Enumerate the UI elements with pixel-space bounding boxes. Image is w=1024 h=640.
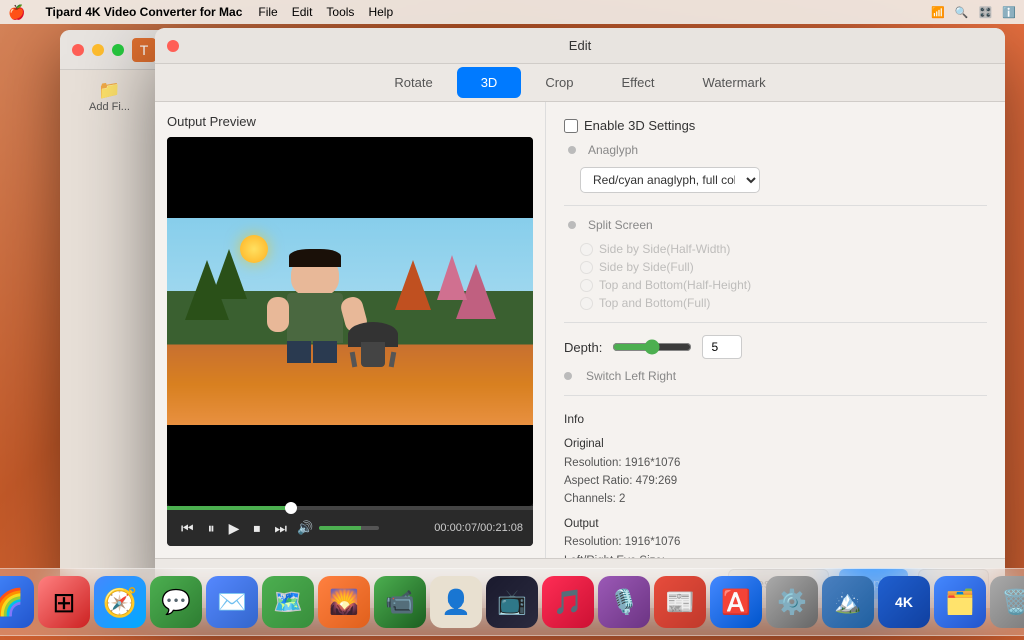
info-output-title: Output — [564, 515, 987, 533]
stop-btn[interactable]: ⏹ — [249, 518, 264, 539]
tab-bar: Rotate 3D Crop Effect Watermark — [155, 64, 1005, 102]
switch-lr-row: Switch Left Right — [564, 369, 987, 383]
add-files-btn[interactable]: 📁 Add Fi... — [60, 70, 159, 123]
info-title: Info — [564, 410, 987, 429]
menubar: 🍎 Tipard 4K Video Converter for Mac File… — [0, 0, 1024, 24]
anaglyph-row: Anaglyph — [568, 143, 987, 157]
skip-fwd-btn[interactable]: ⏭ — [270, 518, 291, 539]
anaglyph-label: Anaglyph — [588, 143, 638, 157]
volume-fill — [319, 526, 361, 530]
dialog-title: Edit — [569, 38, 591, 53]
black-bar-top — [167, 137, 533, 218]
settings-panel: Enable 3D Settings Anaglyph Red/cyan ana… — [545, 102, 1005, 558]
video-controls: ⏮ ⏸ ▶ ⏹ ⏭ 🔊 00:00:07/00:21:08 — [167, 510, 533, 546]
launchpad-icon[interactable]: ⊞ — [38, 576, 90, 628]
facetime-icon[interactable]: 📹 — [374, 576, 426, 628]
black-bar-bottom — [167, 425, 533, 506]
system-prefs-icon[interactable]: ⚙️ — [766, 576, 818, 628]
search-icon[interactable]: 🔍 — [955, 6, 969, 19]
info-original-title: Original — [564, 435, 987, 453]
menu-file[interactable]: File — [258, 5, 277, 19]
enable-3d-label[interactable]: Enable 3D Settings — [564, 118, 695, 133]
trash-icon[interactable]: 🗑️ — [990, 576, 1024, 628]
video-content — [167, 218, 533, 425]
video-progress-bar[interactable] — [167, 506, 533, 510]
menu-help[interactable]: Help — [368, 5, 393, 19]
video-progress-thumb[interactable] — [285, 502, 297, 514]
maximize-traffic-light[interactable] — [112, 44, 124, 56]
preview-label: Output Preview — [167, 114, 533, 129]
info-original-resolution: Resolution: 1916*1076 — [564, 454, 987, 472]
tab-3d[interactable]: 3D — [457, 67, 522, 98]
4k-converter-icon[interactable]: 4K — [878, 576, 930, 628]
messages-icon[interactable]: 💬 — [150, 576, 202, 628]
news-icon[interactable]: 📰 — [654, 576, 706, 628]
appstore-icon[interactable]: 🅰️ — [710, 576, 762, 628]
apple-menu-icon[interactable]: 🍎 — [8, 4, 25, 21]
contacts-icon[interactable]: 👤 — [430, 576, 482, 628]
menu-items: File Edit Tools Help — [258, 5, 393, 19]
info-output-resolution: Resolution: 1916*1076 — [564, 533, 987, 551]
wifi-icon: 📶 — [931, 6, 945, 19]
maps-icon[interactable]: 🗺️ — [262, 576, 314, 628]
split-screen-row: Split Screen — [568, 218, 987, 232]
dock: 🌈 ⊞ 🧭 💬 ✉️ 🗺️ 🌄 📹 👤 📺 🎵 🎙️ 📰 🅰️ ⚙️ 🏔️ 4K… — [0, 568, 1024, 636]
tv-icon[interactable]: 📺 — [486, 576, 538, 628]
dialog-close-dot[interactable] — [167, 40, 179, 52]
volume-icon: 🔊 — [297, 520, 313, 536]
finder2-icon[interactable]: 🗂️ — [934, 576, 986, 628]
info-section: Info Original Resolution: 1916*1076 Aspe… — [564, 410, 987, 558]
menu-tools[interactable]: Tools — [326, 5, 354, 19]
control-center-icon[interactable]: 🎛️ — [979, 6, 993, 19]
tab-rotate[interactable]: Rotate — [370, 67, 456, 98]
bg-sidebar: 📁 Add Fi... — [60, 70, 160, 600]
depth-label: Depth: — [564, 340, 602, 355]
mail-icon[interactable]: ✉️ — [206, 576, 258, 628]
minimize-traffic-light[interactable] — [92, 44, 104, 56]
divider-1 — [564, 205, 987, 206]
photos-icon[interactable]: 🌄 — [318, 576, 370, 628]
depth-slider[interactable] — [612, 339, 692, 355]
play-btn[interactable]: ▶ — [225, 518, 244, 539]
pause-btn[interactable]: ⏸ — [204, 518, 219, 539]
switch-lr-label: Switch Left Right — [586, 369, 676, 383]
menu-edit[interactable]: Edit — [292, 5, 313, 19]
app-name-menu[interactable]: Tipard 4K Video Converter for Mac — [45, 5, 242, 19]
info-original-aspect: Aspect Ratio: 479:269 — [564, 472, 987, 490]
skip-back-btn[interactable]: ⏮ — [177, 518, 198, 539]
anaglyph-select[interactable]: Red/cyan anaglyph, full colorRed/cyan an… — [580, 167, 760, 193]
tab-effect[interactable]: Effect — [598, 67, 679, 98]
volume-bar[interactable] — [319, 526, 379, 530]
split-option-4[interactable]: Top and Bottom(Full) — [580, 296, 987, 310]
time-display: 00:00:07/00:21:08 — [434, 522, 523, 534]
split-option-1[interactable]: Side by Side(Half-Width) — [580, 242, 987, 256]
finder-icon[interactable]: 🌈 — [0, 576, 34, 628]
video-progress-fill — [167, 506, 291, 510]
enable-3d-checkbox[interactable] — [564, 119, 578, 133]
depth-row: Depth: 5 — [564, 335, 987, 359]
split-screen-label: Split Screen — [588, 218, 653, 232]
dialog-titlebar: Edit — [155, 28, 1005, 64]
split-option-3[interactable]: Top and Bottom(Half-Height) — [580, 278, 987, 292]
tab-watermark[interactable]: Watermark — [679, 67, 790, 98]
enable-3d-row: Enable 3D Settings — [564, 118, 987, 133]
preview-area: Output Preview — [155, 102, 545, 558]
info-icon[interactable]: ℹ️ — [1002, 6, 1016, 19]
dialog-body: Output Preview — [155, 102, 1005, 558]
divider-3 — [564, 395, 987, 396]
menubar-right: 📶 🔍 🎛️ ℹ️ — [931, 6, 1016, 19]
podcasts-icon[interactable]: 🎙️ — [598, 576, 650, 628]
info-original-channels: Channels: 2 — [564, 490, 987, 508]
edit-dialog: Edit Rotate 3D Crop Effect Watermark Out… — [155, 28, 1005, 608]
wallpaper-icon[interactable]: 🏔️ — [822, 576, 874, 628]
close-traffic-light[interactable] — [72, 44, 84, 56]
app-icon: T — [132, 38, 156, 62]
tab-crop[interactable]: Crop — [521, 67, 597, 98]
divider-2 — [564, 322, 987, 323]
safari-icon[interactable]: 🧭 — [94, 576, 146, 628]
video-frame — [167, 137, 533, 506]
music-icon[interactable]: 🎵 — [542, 576, 594, 628]
depth-value-input[interactable]: 5 — [702, 335, 742, 359]
split-option-2[interactable]: Side by Side(Full) — [580, 260, 987, 274]
